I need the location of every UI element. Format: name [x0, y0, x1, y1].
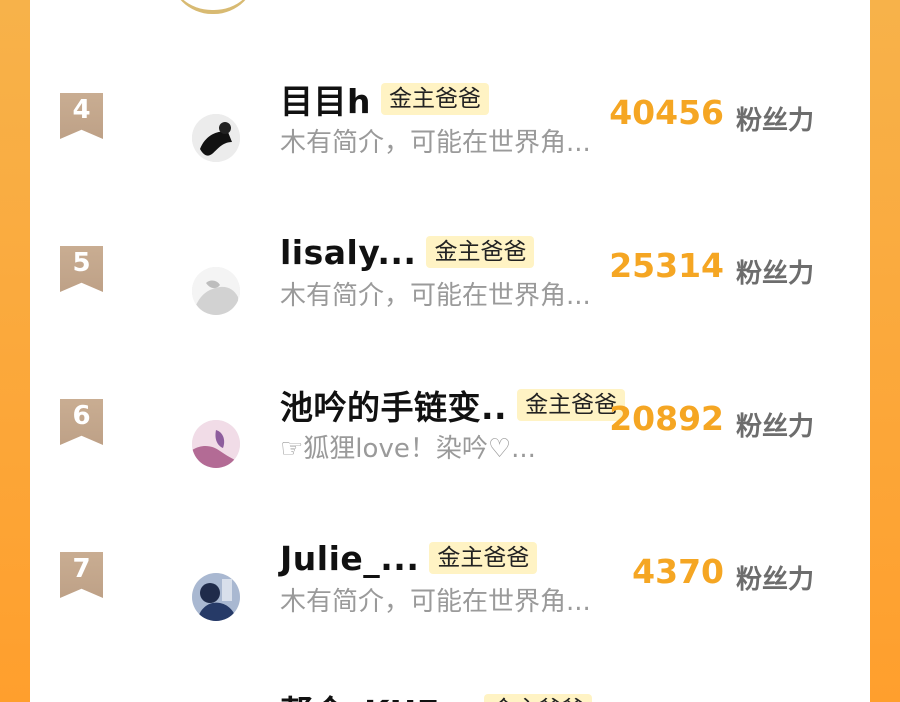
user-avatar[interactable] [192, 267, 240, 315]
ranking-row[interactable]: 7 Julie_... 金主爸爸 木有简介，可能在世界角... 4370 粉丝力 [30, 529, 870, 679]
ranking-panel: 4 目目h 金主爸爸 木有简介，可能在世界角... 40456 粉丝力 5 li… [30, 0, 870, 702]
user-name[interactable]: Julie_... [280, 539, 419, 578]
rank-badge: 5 [60, 246, 103, 292]
fan-power-label: 粉丝力 [736, 412, 815, 442]
ranking-row[interactable]: 6 池吟的手链变.. 金主爸爸 ☞狐狸love！染吟♡... 20892 粉丝力 [30, 376, 870, 526]
user-avatar[interactable] [192, 573, 240, 621]
partial-next-row[interactable]: 帮金_KUF... 金主爸爸 [280, 686, 593, 702]
user-name-line: Julie_... 金主爸爸 [280, 533, 538, 583]
user-name-line: lisaly... 金主爸爸 [280, 227, 535, 277]
fan-power-score: 25314 [609, 246, 724, 285]
user-name-line: 目目h 金主爸爸 [280, 74, 489, 124]
ranking-row[interactable]: 4 目目h 金主爸爸 木有简介，可能在世界角... 40456 粉丝力 [30, 70, 870, 220]
sponsor-badge: 金主爸爸 [484, 694, 593, 702]
fan-power-score: 4370 [632, 552, 724, 591]
rank-badge: 6 [60, 399, 103, 445]
user-name-line: 池吟的手链变.. 金主爸爸 [280, 380, 626, 430]
fan-power-label: 粉丝力 [736, 259, 815, 289]
fan-power-score: 40456 [609, 93, 724, 132]
user-description: ☞狐狸love！染吟♡... [280, 434, 536, 464]
user-avatar[interactable] [192, 420, 240, 468]
sponsor-badge: 金主爸爸 [429, 542, 538, 574]
sponsor-badge: 金主爸爸 [426, 236, 535, 268]
ranking-row[interactable]: 5 lisaly... 金主爸爸 木有简介，可能在世界角... 25314 粉丝… [30, 223, 870, 373]
user-name[interactable]: 目目h [280, 75, 371, 123]
partial-avatar-ring [170, 0, 256, 14]
fan-power-label: 粉丝力 [736, 106, 815, 136]
rank-badge: 7 [60, 552, 103, 598]
sponsor-badge: 金主爸爸 [381, 83, 489, 115]
user-name[interactable]: 池吟的手链变.. [280, 381, 507, 429]
user-avatar[interactable] [192, 114, 240, 162]
user-name[interactable]: lisaly... [280, 233, 416, 272]
user-description: 木有简介，可能在世界角... [280, 281, 591, 311]
fan-power-label: 粉丝力 [736, 565, 815, 595]
user-description: 木有简介，可能在世界角... [280, 128, 591, 158]
rank-badge: 4 [60, 93, 103, 139]
user-name[interactable]: 帮金_KUF... [280, 686, 474, 702]
fan-power-score: 20892 [609, 399, 724, 438]
user-description: 木有简介，可能在世界角... [280, 587, 591, 617]
